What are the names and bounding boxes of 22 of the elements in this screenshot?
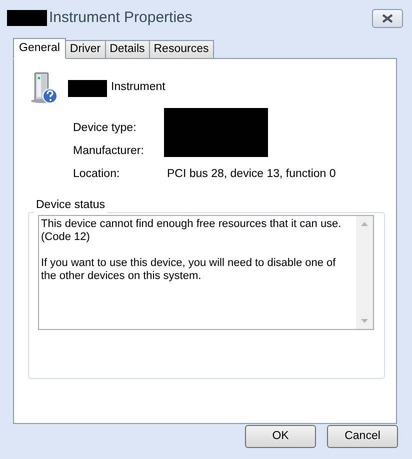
redaction-bar — [68, 80, 107, 96]
property-label: Manufacturer: — [73, 144, 145, 159]
property-label: Location: — [73, 166, 121, 182]
scrollbar[interactable] — [356, 216, 373, 329]
dialog-button[interactable]: Cancel — [327, 425, 398, 448]
down-arrow-icon — [361, 319, 368, 323]
status-message: This device cannot find enough free resources that it can use. (Code 12) — [41, 218, 342, 244]
tab[interactable]: Details — [104, 40, 150, 59]
close-button[interactable] — [372, 9, 403, 28]
tab[interactable]: Driver — [64, 40, 106, 59]
property-value: PCI bus 28, device 13, function 0 — [167, 166, 336, 182]
close-icon — [382, 14, 393, 23]
dialog-button[interactable]: OK — [245, 425, 316, 448]
redaction-bar — [7, 10, 47, 26]
window-title: Instrument Properties — [49, 8, 192, 28]
status-message: If you want to use this device, you will need to disable one of the other devices on this system. — [41, 257, 337, 283]
tab[interactable]: General — [13, 38, 66, 59]
property-label: Device type: — [73, 120, 138, 136]
up-arrow-icon — [361, 222, 368, 226]
group-title: Device status — [34, 197, 108, 214]
device-name: Instrument — [111, 80, 166, 96]
tab[interactable]: Resources — [148, 40, 214, 59]
